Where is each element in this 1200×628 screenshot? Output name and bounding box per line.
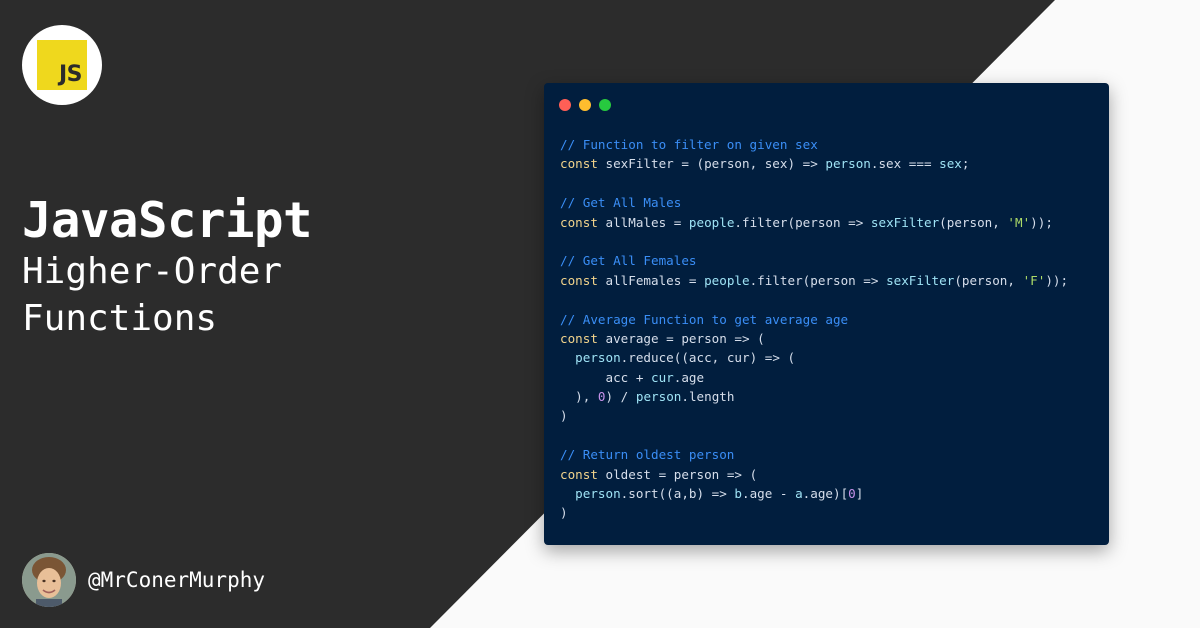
code-token-ident: sex: [939, 156, 962, 172]
avatar: [22, 553, 76, 607]
code-token-comment: // Get All Males: [560, 195, 682, 211]
code-token-plain: .age: [673, 369, 705, 385]
code-token-plain: oldest = person => (: [597, 466, 758, 482]
code-line: person.reduce((acc, cur) => (: [560, 348, 1068, 367]
code-line: // Average Function to get average age: [560, 310, 1068, 329]
code-token-plain: ) /: [605, 389, 636, 405]
code-token-comment: // Average Function to get average age: [560, 311, 849, 327]
page-subtitle: Higher-Order Functions: [22, 248, 282, 342]
code-block: // Function to filter on given sex const …: [560, 135, 1068, 523]
code-token-ident: person: [825, 156, 871, 172]
js-logo: JS: [22, 25, 102, 105]
code-token-ident: person: [575, 486, 621, 502]
code-token-number: 0: [597, 389, 606, 405]
code-token-ident: a: [795, 486, 803, 502]
code-token-ident: person: [635, 389, 682, 405]
code-token-plain: sexFilter = (person, sex) =>: [597, 156, 826, 172]
code-line: // Get All Females: [560, 251, 1068, 270]
code-token-comment: // Function to filter on given sex: [560, 137, 818, 152]
code-line: acc + cur.age: [560, 368, 1068, 387]
subtitle-line: Functions: [22, 298, 218, 339]
code-token-plain: .age)[: [802, 486, 849, 502]
code-line: ), 0) / person.length: [560, 387, 1068, 406]
author-block: @MrConerMurphy: [22, 552, 265, 608]
code-token-string: 'F': [1022, 272, 1046, 288]
code-window: // Function to filter on given sex const …: [544, 83, 1109, 545]
code-token-comment: // Get All Females: [560, 253, 697, 269]
code-token-keyword: const: [560, 214, 598, 230]
code-token-plain: ));: [1030, 214, 1053, 230]
code-line: const allFemales = people.filter(person …: [560, 271, 1068, 290]
code-token-string: 'M': [1007, 214, 1031, 230]
code-line: const allMales = people.filter(person =>…: [560, 213, 1068, 232]
js-logo-square: JS: [37, 40, 87, 90]
code-line: const average = person => (: [560, 329, 1068, 348]
code-token-ident: person: [575, 350, 621, 366]
code-token-plain: average = person => (: [597, 330, 765, 346]
page-title: JavaScript: [22, 192, 313, 249]
code-token-number: 0: [848, 486, 856, 502]
code-token-plain: ): [560, 408, 568, 424]
code-token-ident: b: [734, 486, 742, 502]
code-line: const sexFilter = (person, sex) => perso…: [560, 154, 1068, 173]
code-token-plain: .reduce((acc, cur) => (: [620, 350, 796, 366]
code-token-plain: allMales =: [597, 214, 689, 230]
code-token-ident: sexFilter: [870, 214, 940, 230]
code-token-plain: .filter(person =>: [749, 272, 887, 288]
code-token-plain: ]: [855, 486, 864, 502]
code-token-keyword: const: [560, 272, 598, 288]
code-token-plain: allFemales =: [597, 272, 705, 288]
author-handle: @MrConerMurphy: [88, 568, 266, 592]
code-token-plain: ): [560, 505, 568, 521]
code-token-ident: people: [688, 214, 735, 230]
maximize-dot-icon: [599, 99, 611, 111]
code-token-plain: (person,: [939, 214, 1008, 230]
close-dot-icon: [559, 99, 571, 111]
code-token-keyword: const: [560, 156, 598, 172]
code-token-keyword: const: [560, 330, 598, 346]
code-line: const oldest = person => (: [560, 465, 1068, 484]
code-token-plain: .sex ===: [870, 156, 940, 172]
code-token-plain: .filter(person =>: [734, 214, 871, 230]
code-token-plain: ));: [1045, 272, 1069, 288]
code-line: ): [560, 503, 1068, 522]
js-logo-text: JS: [58, 62, 83, 87]
code-token-ident: people: [704, 272, 750, 288]
code-line: // Get All Males: [560, 193, 1068, 212]
code-token-plain: (person,: [954, 272, 1023, 288]
minimize-dot-icon: [579, 99, 591, 111]
code-token-ident: cur: [651, 369, 674, 385]
code-line: ): [560, 406, 1068, 425]
subtitle-line: Higher-Order: [22, 251, 283, 292]
code-line: person.sort((a,b) => b.age - a.age)[0]: [560, 484, 1068, 503]
code-token-plain: acc +: [560, 369, 651, 385]
code-token-keyword: const: [560, 466, 598, 482]
avatar-portrait-image: [22, 553, 76, 607]
code-token-plain: ),: [560, 389, 598, 405]
code-token-plain: .length: [681, 389, 735, 405]
window-controls: [559, 99, 611, 111]
code-token-ident: sexFilter: [886, 272, 955, 288]
code-line: // Function to filter on given sex: [560, 135, 1068, 154]
code-token-plain: .age -: [742, 486, 796, 502]
code-token-plain: ;: [961, 156, 970, 172]
code-token-comment: // Return oldest person: [560, 447, 735, 463]
code-line: // Return oldest person: [560, 445, 1068, 464]
code-token-plain: .sort((a,b) =>: [620, 486, 735, 502]
